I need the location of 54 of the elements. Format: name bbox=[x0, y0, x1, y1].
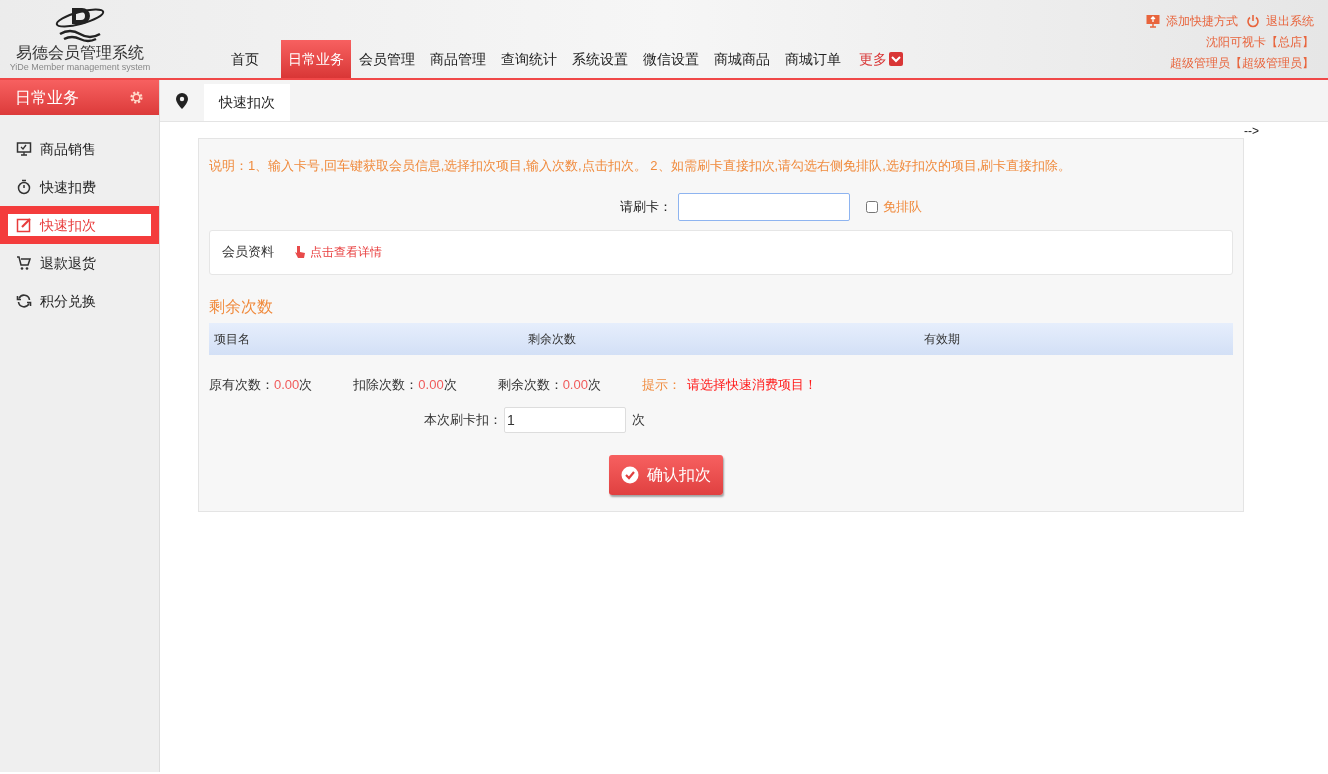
hint-label: 提示： bbox=[641, 375, 681, 394]
more-menu[interactable]: 更多 bbox=[849, 40, 913, 78]
edit-icon bbox=[16, 217, 32, 233]
column-header: 项目名 bbox=[214, 330, 251, 348]
instructions-text: 说明：1、输入卡号,回车键获取会员信息,选择扣次项目,输入次数,点击扣次。 2、如需刷卡直接扣次,请勾选右侧免排队,选好扣次的项目,刷卡直接扣除。 bbox=[209, 157, 1073, 175]
nav-tab[interactable]: 商品管理 bbox=[423, 40, 493, 78]
column-header: 剩余次数 bbox=[528, 330, 577, 348]
location-pin-icon bbox=[176, 93, 188, 109]
details-link[interactable]: 点击查看详情 bbox=[294, 243, 382, 261]
field-label: 本次刷卡扣： bbox=[424, 411, 502, 430]
sidebar-item[interactable]: 商品销售 bbox=[0, 130, 159, 168]
page-tab[interactable]: 快速扣次 bbox=[204, 84, 290, 121]
unit-label: 次 bbox=[632, 411, 645, 430]
app-title: 易德会员管理系统 bbox=[16, 44, 144, 62]
nav-tab[interactable]: 商城订单 bbox=[778, 40, 848, 78]
card-input[interactable] bbox=[678, 192, 850, 221]
nav-tab[interactable]: 商城商品 bbox=[707, 40, 777, 78]
member-info-label: 会员资料 bbox=[222, 243, 274, 262]
stopwatch-icon bbox=[16, 179, 32, 195]
hint-message: 请选择快速消费项目！ bbox=[686, 375, 817, 394]
sidebar-title: 日常业务 bbox=[15, 87, 79, 108]
nav-tab[interactable]: 日常业务 bbox=[281, 40, 351, 78]
count-input[interactable]: 1 bbox=[504, 407, 626, 433]
check-circle-icon bbox=[621, 466, 639, 484]
nav-tab[interactable]: 首页 bbox=[210, 40, 280, 78]
nav-tab[interactable]: 微信设置 bbox=[636, 40, 706, 78]
cart-icon bbox=[16, 255, 32, 271]
store-name: 沈阳可视卡【总店】 bbox=[1206, 34, 1314, 51]
nav-tab[interactable]: 查询统计 bbox=[494, 40, 564, 78]
nav-tab[interactable]: 会员管理 bbox=[352, 40, 422, 78]
summary-stat: 扣除次数：0.00次 bbox=[353, 375, 457, 394]
summary-stat: 剩余次数：0.00次 bbox=[497, 375, 601, 394]
sidebar-item[interactable]: 快速扣费 bbox=[0, 168, 159, 206]
confirm-button[interactable]: 确认扣次 bbox=[609, 455, 723, 495]
monitor-icon bbox=[1146, 14, 1160, 28]
monitor-icon bbox=[16, 141, 32, 157]
checkbox[interactable] bbox=[866, 200, 878, 213]
pointing-hand-icon bbox=[294, 245, 306, 259]
sidebar-item[interactable]: 退款退货 bbox=[0, 244, 159, 282]
field-label: 请刷卡： bbox=[620, 197, 672, 216]
refresh-icon bbox=[16, 293, 32, 309]
app-subtitle: YiDe Member management system bbox=[9, 62, 151, 72]
nav-tab[interactable]: 系统设置 bbox=[565, 40, 635, 78]
column-header: 有效期 bbox=[924, 330, 961, 348]
summary-stat: 原有次数：0.00次 bbox=[209, 375, 313, 394]
chevron-down-icon bbox=[889, 52, 903, 66]
power-icon bbox=[1246, 14, 1260, 28]
stray-text: --> bbox=[1244, 123, 1259, 140]
checkbox-label: 免排队 bbox=[883, 197, 922, 216]
user-role: 超级管理员【超级管理员】 bbox=[1170, 55, 1314, 72]
section-title: 剩余次数 bbox=[209, 296, 274, 317]
gear-icon bbox=[129, 90, 144, 105]
sidebar-item[interactable]: 积分兑换 bbox=[0, 282, 159, 320]
sidebar-item[interactable]: 快速扣次 bbox=[0, 206, 159, 244]
